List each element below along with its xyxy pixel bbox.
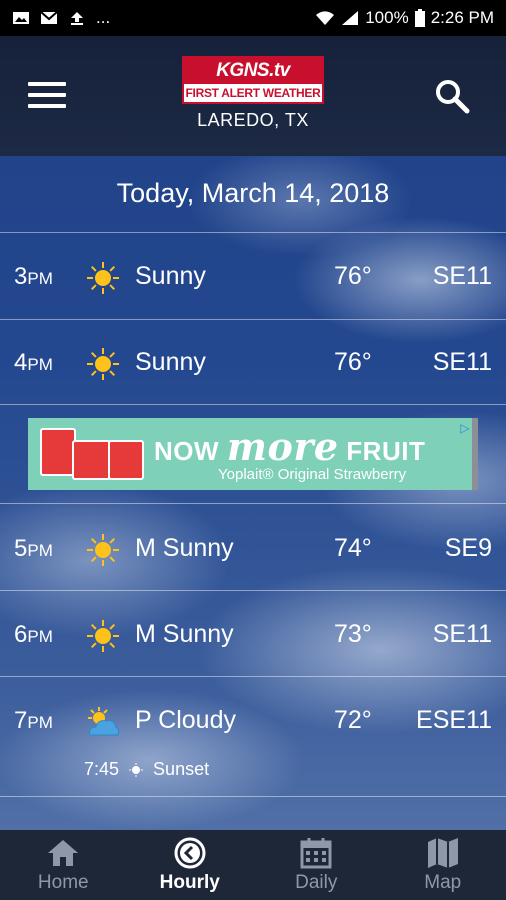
ad-subline: Yoplait® Original Strawberry (218, 466, 407, 483)
hour-time: 5PM (14, 535, 53, 562)
hour-row[interactable]: 4PM Sunny 76° SE11 (0, 319, 506, 405)
nav-home-label: Home (37, 872, 89, 893)
temperature: 72° (334, 706, 372, 734)
sun-icon (87, 534, 119, 566)
divider (0, 503, 506, 504)
app-header: KGNS.tv FIRST ALERT WEATHER LAREDO, TX (0, 36, 506, 156)
logo-title: KGNS.tv (184, 58, 322, 84)
hour-row[interactable]: 7PM P Cloudy 72° ESE11 7:45 Sunset (0, 677, 506, 793)
yoplait-ad-banner[interactable]: NOW more FRUIT Yoplait® Original Strawbe… (28, 418, 478, 490)
ad-headline: NOW more FRUIT (154, 424, 426, 469)
temperature: 76° (334, 262, 372, 290)
condition-label: Sunny (135, 262, 206, 290)
search-icon[interactable] (432, 76, 472, 116)
calendar-icon (300, 838, 332, 869)
ad-edge (472, 418, 478, 490)
temperature: 74° (334, 534, 372, 562)
temperature: 76° (334, 348, 372, 376)
hamburger-menu-icon[interactable] (28, 82, 66, 108)
nav-daily[interactable]: Daily (253, 830, 380, 900)
hour-time: 3PM (14, 263, 53, 290)
sun-icon (87, 262, 119, 294)
date-heading: Today, March 14, 2018 (116, 178, 390, 208)
more-notifications: ... (96, 8, 111, 27)
nav-daily-label: Daily (295, 872, 338, 893)
sunset-info: 7:45 Sunset (84, 759, 209, 780)
photo-notification-icon (13, 12, 29, 24)
hour-time: 4PM (14, 349, 53, 376)
sun-icon (87, 620, 119, 652)
hour-row[interactable]: 6PM M Sunny 73° SE11 (0, 591, 506, 677)
sunset-time: 7:45 (84, 759, 120, 779)
wind: SE11 (432, 262, 492, 290)
partly-cloudy-icon (88, 707, 120, 736)
sunset-label: Sunset (153, 759, 210, 779)
nav-map-label: Map (424, 872, 462, 893)
nav-map[interactable]: Map (380, 830, 506, 900)
nav-hourly[interactable]: Hourly (127, 830, 254, 900)
location-label: LAREDO, TX (197, 110, 309, 130)
nav-home[interactable]: Home (0, 830, 127, 900)
wind: SE11 (432, 620, 492, 648)
wifi-icon (316, 11, 335, 25)
signal-icon (342, 11, 359, 25)
clock-time: 2:26 PM (430, 8, 494, 27)
nav-hourly-label: Hourly (159, 872, 220, 893)
divider (0, 404, 506, 405)
logo-subtitle: FIRST ALERT WEATHER (185, 86, 321, 100)
divider (0, 796, 506, 797)
yogurt-product-image (36, 426, 148, 484)
temperature: 73° (334, 620, 372, 648)
wind: ESE11 (416, 706, 492, 734)
condition-label: P Cloudy (135, 706, 236, 734)
small-sun-icon (129, 762, 144, 777)
hour-time: 6PM (14, 621, 53, 648)
hour-time: 7PM (14, 707, 53, 734)
battery-icon (414, 9, 425, 27)
wind: SE9 (444, 534, 492, 562)
upload-notification-icon (71, 12, 83, 25)
wind: SE11 (432, 348, 492, 376)
sun-icon (87, 348, 119, 380)
condition-label: M Sunny (135, 534, 234, 562)
hour-row[interactable]: 5PM M Sunny 74° SE9 (0, 505, 506, 591)
kgns-logo: KGNS.tv FIRST ALERT WEATHER (182, 56, 324, 104)
clock-icon (174, 837, 206, 869)
mail-notification-icon (40, 11, 58, 24)
condition-label: Sunny (135, 348, 206, 376)
map-icon (427, 838, 458, 868)
battery-percent: 100% (365, 8, 409, 27)
hour-row[interactable]: 3PM Sunny 76° SE11 (0, 233, 506, 319)
condition-label: M Sunny (135, 620, 234, 648)
home-icon (48, 840, 79, 866)
status-bar: ... 100% 2:26 PM (0, 0, 506, 36)
bottom-navigation: Home Hourly Daily Map (0, 830, 506, 900)
